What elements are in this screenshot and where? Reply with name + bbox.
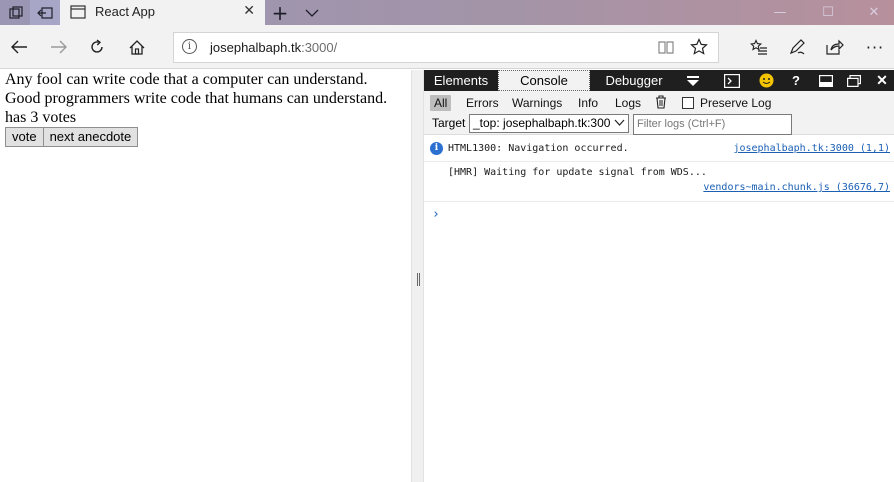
- source-link[interactable]: vendors~main.chunk.js (36676,7): [703, 182, 890, 193]
- tab-debugger[interactable]: Debugger: [590, 70, 678, 91]
- url-text: josephalbaph.tk:3000/: [210, 40, 338, 55]
- preserve-log-label: Preserve Log: [700, 96, 772, 110]
- devtools-panel: Elements Console Debugger ? ✕ All Errors…: [424, 70, 894, 482]
- tab-list-chevron-icon[interactable]: [298, 0, 326, 25]
- close-tab-icon[interactable]: ✕: [243, 3, 255, 19]
- anecdote-line-2: Good programmers write code that humans …: [5, 90, 388, 107]
- favorites-hub-icon[interactable]: [744, 33, 774, 61]
- target-select[interactable]: _top: josephalbaph.tk:300: [469, 114, 629, 133]
- maximize-icon[interactable]: ☐: [808, 0, 848, 25]
- share-icon[interactable]: [820, 33, 850, 61]
- minimize-icon[interactable]: —: [760, 0, 800, 25]
- page-icon: [70, 5, 86, 22]
- console-message: i HTML1300: Navigation occurred. josepha…: [424, 136, 894, 162]
- forward-icon[interactable]: [44, 33, 74, 61]
- info-icon: i: [430, 142, 443, 155]
- tab-elements[interactable]: Elements: [424, 70, 498, 91]
- resize-grip-icon[interactable]: [417, 273, 420, 286]
- back-icon[interactable]: [4, 33, 34, 61]
- clear-console-icon[interactable]: [655, 94, 667, 110]
- console-filter-bar: All Errors Warnings Info Logs Preserve L…: [424, 91, 894, 113]
- close-window-icon[interactable]: ✕: [854, 0, 894, 25]
- target-label: Target: [432, 116, 466, 130]
- feedback-smiley-icon[interactable]: [754, 70, 778, 91]
- next-anecdote-button[interactable]: next anecdote: [42, 127, 139, 147]
- filter-errors[interactable]: Errors: [466, 95, 499, 111]
- vote-count: has 3 votes: [5, 109, 77, 126]
- console-target-bar: Target _top: josephalbaph.tk:300 Filter …: [424, 113, 894, 135]
- source-link[interactable]: josephalbaph.tk:3000 (1,1): [733, 143, 890, 154]
- vote-button[interactable]: vote: [5, 127, 44, 147]
- anecdote-line-1: Any fool can write code that a computer …: [5, 71, 368, 88]
- undock-icon[interactable]: [842, 70, 866, 91]
- console-prompt[interactable]: ›: [432, 207, 440, 222]
- filter-warnings[interactable]: Warnings: [512, 95, 562, 111]
- address-bar[interactable]: i josephalbaph.tk:3000/: [173, 32, 719, 63]
- new-tab-icon[interactable]: +: [266, 0, 294, 25]
- devtools-tab-bar: Elements Console Debugger ? ✕: [424, 70, 894, 91]
- devtools-splitter[interactable]: [411, 70, 424, 482]
- help-icon[interactable]: ?: [784, 70, 808, 91]
- pen-icon[interactable]: [782, 33, 812, 61]
- filter-all[interactable]: All: [430, 95, 452, 111]
- more-icon[interactable]: ···: [860, 33, 890, 61]
- tab-title: React App: [95, 4, 155, 19]
- filter-info[interactable]: Info: [578, 95, 598, 111]
- preserve-log-checkbox[interactable]: [682, 97, 694, 109]
- title-bar: React App ✕ + — ☐ ✕: [0, 0, 894, 25]
- navigation-bar: i josephalbaph.tk:3000/ ···: [0, 25, 894, 69]
- console-toggle-icon[interactable]: [720, 70, 744, 91]
- tab-console[interactable]: Console: [498, 70, 590, 91]
- dock-bottom-icon[interactable]: [814, 70, 838, 91]
- filter-logs[interactable]: Logs: [615, 95, 641, 111]
- tab-react-app[interactable]: React App ✕: [60, 0, 265, 25]
- filter-logs-input[interactable]: Filter logs (Ctrl+F): [633, 114, 792, 135]
- tab-actions-icon[interactable]: [4, 0, 28, 25]
- console-message: [HMR] Waiting for update signal from WDS…: [424, 162, 894, 202]
- reading-view-icon[interactable]: [658, 40, 674, 58]
- favorite-star-icon[interactable]: [690, 38, 708, 59]
- close-devtools-icon[interactable]: ✕: [870, 70, 894, 91]
- page-content: Any fool can write code that a computer …: [0, 70, 411, 482]
- refresh-icon[interactable]: [82, 33, 112, 61]
- more-tools-icon[interactable]: [680, 70, 706, 91]
- chevron-down-icon: [614, 115, 625, 132]
- home-icon[interactable]: [122, 33, 152, 61]
- set-aside-tabs-icon[interactable]: [30, 0, 60, 25]
- site-info-icon[interactable]: i: [182, 39, 197, 54]
